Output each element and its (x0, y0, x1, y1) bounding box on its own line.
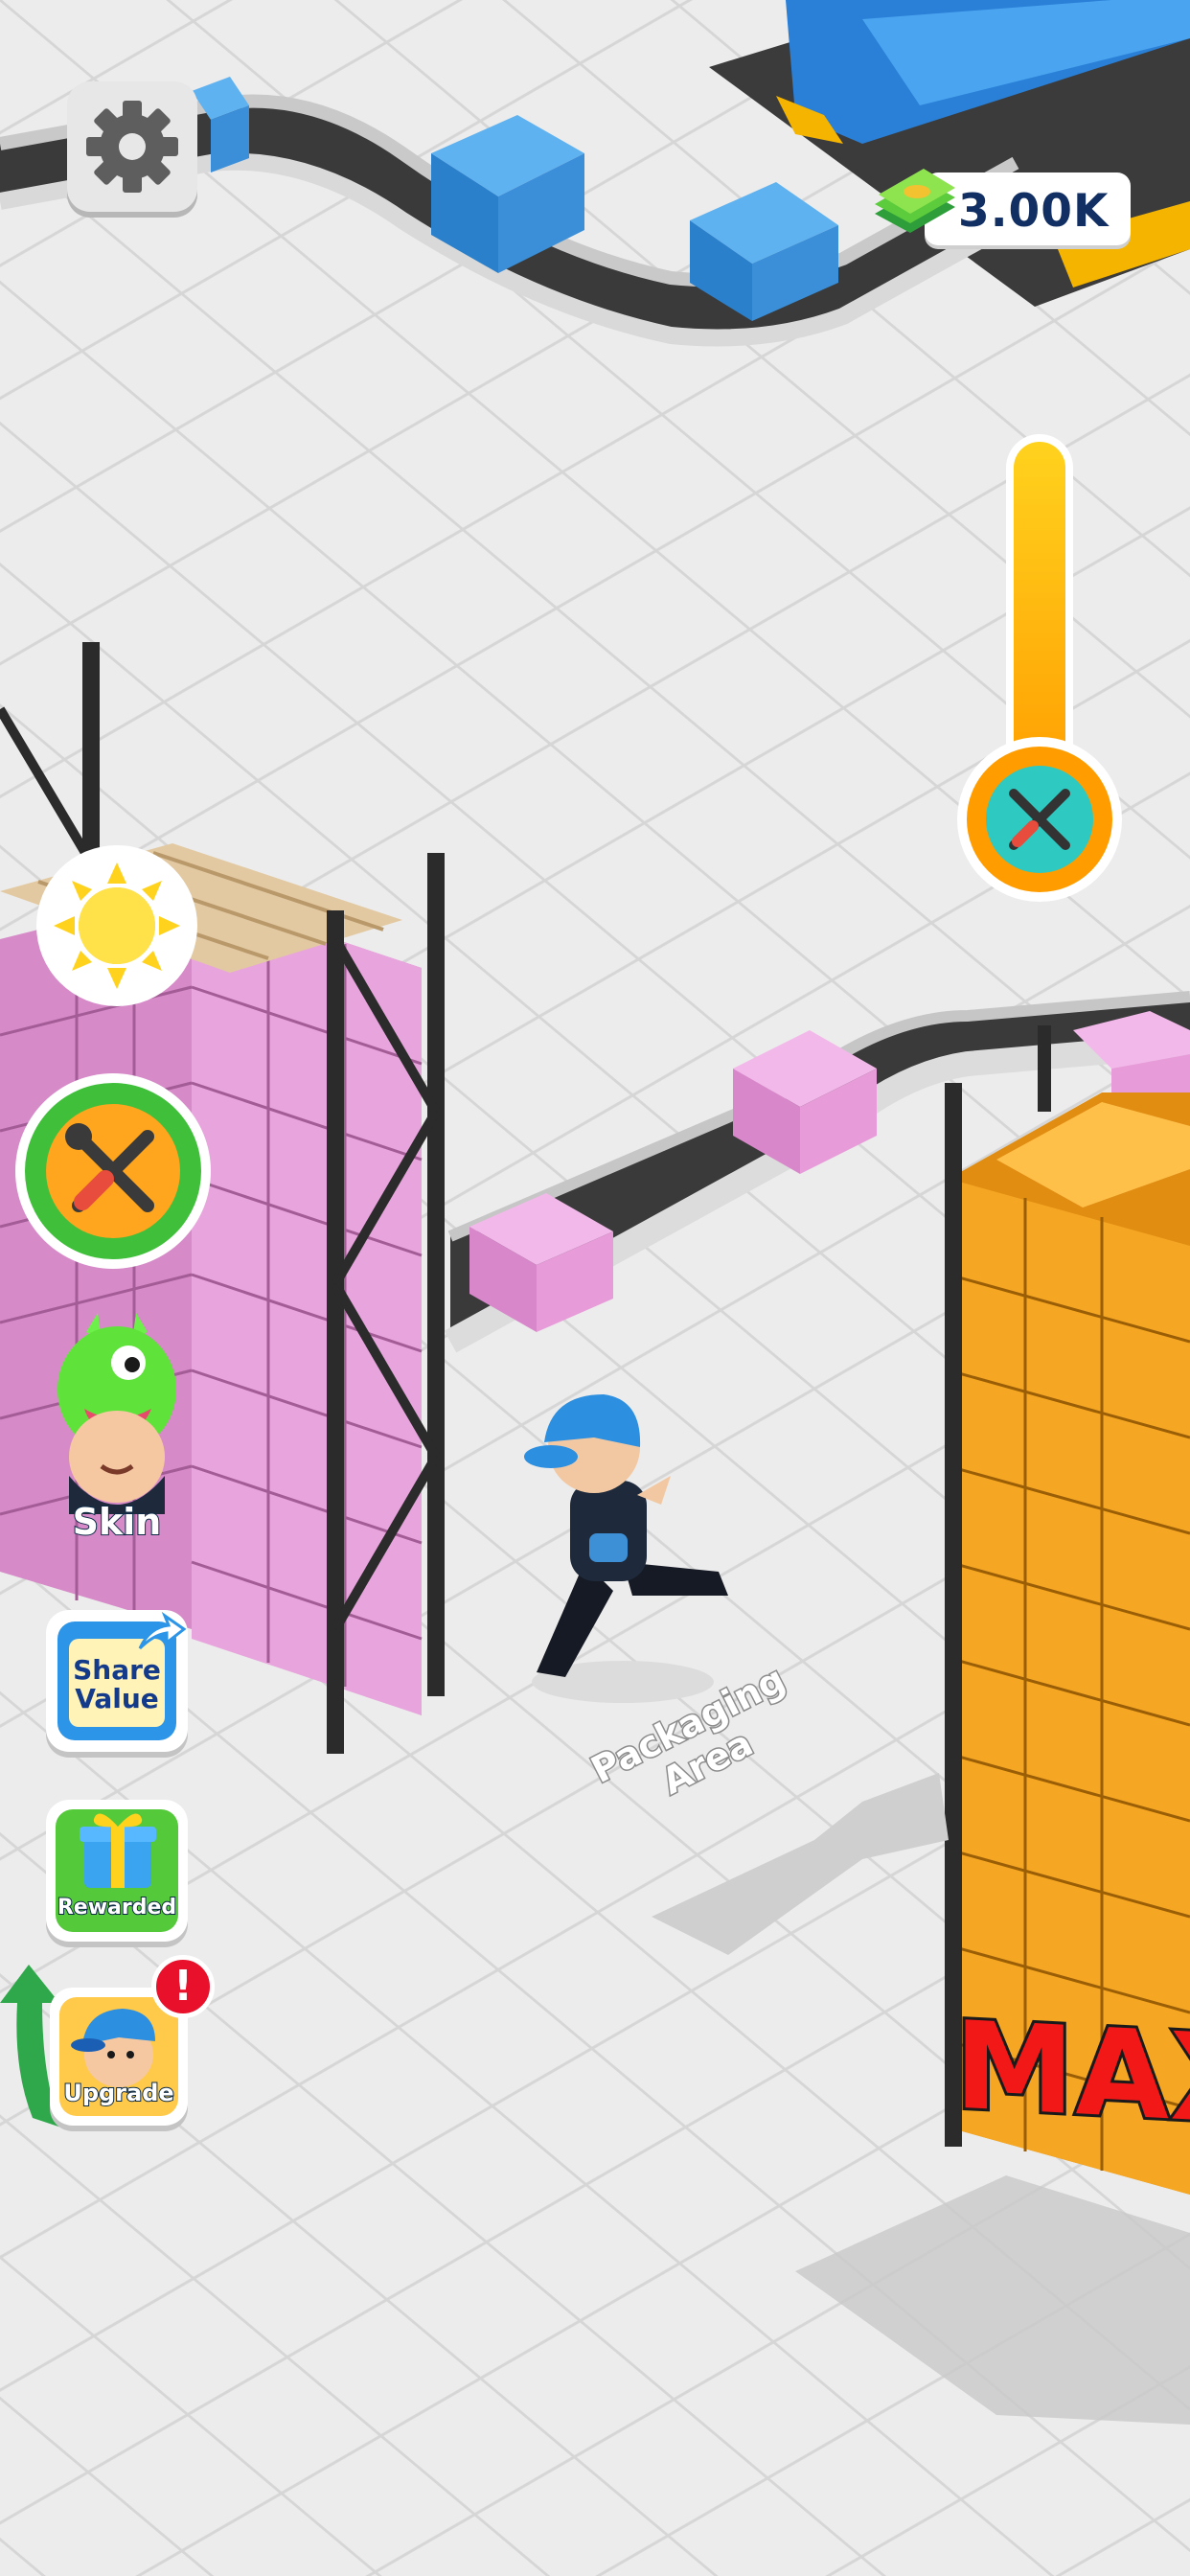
rewarded-label: Rewarded (57, 1895, 177, 1920)
worker-avatar-icon (71, 2009, 155, 2087)
settings-button[interactable] (67, 81, 197, 212)
monster-hat-icon (57, 1313, 176, 1514)
skin-button[interactable]: Skin (46, 1313, 188, 1552)
cash-counter: 3.00K (867, 161, 1131, 257)
cash-amount: 3.00K (958, 185, 1110, 238)
cash-stack-icon (875, 169, 955, 233)
skin-label: Skin (72, 1500, 163, 1544)
game-world (0, 0, 1190, 2576)
rewarded-button[interactable]: Rewarded (46, 1800, 188, 1942)
stack-max-label: MAX (951, 1992, 1190, 2155)
daylight-button[interactable] (34, 843, 199, 1008)
share-label-line1: Share (73, 1654, 161, 1686)
sun-icon (36, 845, 197, 1006)
wrench-screwdriver-icon (15, 1073, 211, 1269)
share-value-button[interactable]: Share Value (46, 1610, 188, 1752)
alert-icon: ! (151, 1955, 215, 2018)
gift-icon (80, 1813, 156, 1888)
upgrade-button[interactable]: Upgrade ! (0, 1955, 220, 2128)
upgrade-label: Upgrade (62, 2079, 174, 2107)
tools-button[interactable] (13, 1071, 213, 1271)
share-label-line2: Value (75, 1683, 159, 1714)
gear-icon (86, 101, 178, 193)
